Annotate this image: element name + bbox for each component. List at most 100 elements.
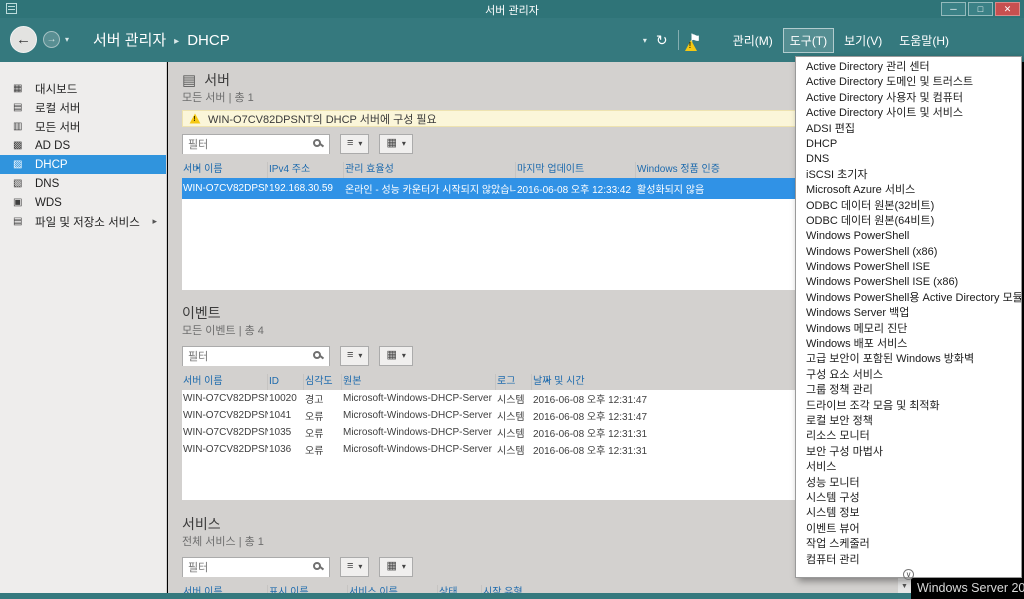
column-header[interactable]: IPv4 주소 [268,162,344,178]
table-row[interactable]: WIN-O7CV82DPSNT1041오류Microsoft-Windows-D… [182,407,885,424]
tools-menu-item[interactable]: 보안 구성 마법사 [796,445,1021,460]
tools-menu-item[interactable]: Windows Server 백업 [796,306,1021,321]
maximize-button[interactable]: □ [968,2,993,16]
column-header[interactable]: ID [268,374,304,390]
tools-menu-item[interactable]: Windows 메모리 진단 [796,322,1021,337]
filter-input[interactable] [183,559,329,577]
table-row[interactable]: WIN-O7CV82DPSNT 192.168.30.59 온라인 - 성능 카… [182,178,885,199]
services-filter-row: ≡ ▾ ▦ ▾ [182,556,885,577]
minimize-button[interactable]: ─ [941,2,966,16]
column-header[interactable]: 원본 [342,374,496,390]
table-row[interactable]: WIN-O7CV82DPSNT1036오류Microsoft-Windows-D… [182,441,885,458]
tools-menu-item[interactable]: 이벤트 뷰어 [796,522,1021,537]
table-row[interactable]: WIN-O7CV82DPSNT1035오류Microsoft-Windows-D… [182,424,885,441]
back-button[interactable]: ← [10,26,37,53]
tools-menu-item[interactable]: Windows PowerShell (x86) [796,245,1021,260]
filter-input[interactable] [183,136,329,154]
warning-text: WIN-O7CV82DPSNT의 DHCP 서버에 구성 필요 [208,111,437,127]
column-header[interactable]: 서버 이름 [182,585,268,593]
tools-menu-item[interactable]: 작업 스케줄러 [796,537,1021,552]
menu-tools[interactable]: 도구(T) [783,28,834,53]
tools-menu-item[interactable]: ADSI 편집 [796,122,1021,137]
column-header[interactable]: 마지막 업데이트 [516,162,636,178]
column-header[interactable]: 서버 이름 [182,374,268,390]
tools-menu-item[interactable]: 시스템 구성 [796,491,1021,506]
columns-button[interactable]: ▦ ▾ [379,346,412,366]
tools-menu-item[interactable]: Active Directory 사이트 및 서비스 [796,106,1021,121]
tools-menu-item[interactable]: Active Directory 도메인 및 트러스트 [796,75,1021,90]
notifications-flag-button[interactable]: ⚑ [689,31,709,49]
tools-menu-item[interactable]: iSCSI 초기자 [796,168,1021,183]
breadcrumb-root[interactable]: 서버 관리자 [93,32,166,49]
caret-down-icon[interactable]: ▾ [643,36,647,45]
scroll-down-icon[interactable]: ▼ [898,580,911,593]
tools-menu-item[interactable]: 고급 보안이 포함된 Windows 방화벽 [796,352,1021,367]
tools-menu-item[interactable]: Active Directory 관리 센터 [796,60,1021,75]
servers-section-icon: ▤ [182,71,196,89]
column-header[interactable]: 관리 효율성 [344,162,516,178]
sidebar-item-local-server[interactable]: ▤ 로컬 서버 [0,98,166,117]
tools-menu-item[interactable]: Windows PowerShell ISE (x86) [796,275,1021,290]
tools-menu-item[interactable]: Active Directory 사용자 및 컴퓨터 [796,91,1021,106]
close-button[interactable]: ✕ [995,2,1020,16]
events-filter-row: ≡ ▾ ▦ ▾ [182,345,885,366]
tools-menu-item[interactable]: 성능 모니터 [796,476,1021,491]
table-row[interactable]: WIN-O7CV82DPSNT10020경고Microsoft-Windows-… [182,390,885,407]
menu-scroll-down[interactable]: ∨ [796,564,1021,577]
desktop: 서버 관리자 ─ □ ✕ ← → ▾ 서버 관리자▸DHCP ▾ ↻ ⚑ 관리(… [0,0,1024,599]
chevron-right-icon: ▸ [152,216,157,227]
filter-input[interactable] [183,348,329,366]
forward-button[interactable]: → [43,31,60,48]
events-section: 이벤트 모든 이벤트 | 총 4 ≡ ▾ ▦ ▾ 서버 이름 ID [182,303,885,500]
tools-menu-item[interactable]: Microsoft Azure 서비스 [796,183,1021,198]
tools-menu-item[interactable]: 구성 요소 서비스 [796,368,1021,383]
tools-menu-item[interactable]: DHCP [796,137,1021,152]
sidebar-item-all-servers[interactable]: ▥ 모든 서버 [0,117,166,136]
column-header[interactable]: 서버 이름▴ [182,162,268,178]
sidebar-item-dhcp[interactable]: ▨ DHCP [0,155,166,174]
sidebar-item-wds[interactable]: ▣ WDS [0,193,166,212]
menu-manage[interactable]: 관리(M) [726,28,780,53]
column-header[interactable]: 심각도 [304,374,342,390]
refresh-icon[interactable]: ↻ [656,32,668,49]
dhcp-config-warning-bar[interactable]: WIN-O7CV82DPSNT의 DHCP 서버에 구성 필요 [182,110,885,127]
tools-menu-item[interactable]: 서비스 [796,460,1021,475]
sidebar-item-dashboard[interactable]: ▦ 대시보드 [0,79,166,98]
menu-help[interactable]: 도움말(H) [892,28,956,53]
filter-list-button[interactable]: ≡ ▾ [340,346,369,366]
cell-manageability: 온라인 - 성능 카운터가 시작되지 않았습니다. [344,181,516,196]
sidebar-item-label: WDS [35,197,62,209]
column-header[interactable]: 상태 [438,585,482,593]
breadcrumb-current: DHCP [187,32,230,49]
tools-menu-item[interactable]: DNS [796,152,1021,167]
columns-button[interactable]: ▦ ▾ [379,557,412,577]
tools-menu-item[interactable]: 그룹 정책 관리 [796,383,1021,398]
sidebar-item-dns[interactable]: ▧ DNS [0,174,166,193]
filter-list-button[interactable]: ≡ ▾ [340,134,369,154]
tools-menu-item[interactable]: 로컬 보안 정책 [796,414,1021,429]
tools-menu-item[interactable]: 리소스 모니터 [796,429,1021,444]
sidebar-item-file-storage-services[interactable]: ▤ 파일 및 저장소 서비스 ▸ [0,212,166,231]
column-header[interactable]: 로그 [496,374,532,390]
sidebar-item-ad-ds[interactable]: ▩ AD DS [0,136,166,155]
tools-menu-item[interactable]: 시스템 정보 [796,506,1021,521]
history-caret-icon[interactable]: ▾ [65,35,69,44]
dashboard-icon: ▦ [13,83,27,94]
filter-list-button[interactable]: ≡ ▾ [340,557,369,577]
servers-section-subtitle: 모든 서버 | 총 1 [182,90,885,106]
column-header[interactable]: 서비스 이름 [348,585,438,593]
tools-menu-item[interactable]: Windows PowerShell ISE [796,260,1021,275]
list-icon: ≡ [347,350,353,361]
column-header[interactable]: 시작 유형 [482,585,885,593]
menu-view[interactable]: 보기(V) [837,28,889,53]
services-filter-field [182,557,330,577]
services-section-title: 서비스 [182,514,221,534]
tools-menu-item[interactable]: 드라이브 조각 모음 및 최적화 [796,399,1021,414]
columns-button[interactable]: ▦ ▾ [379,134,412,154]
tools-menu-item[interactable]: Windows PowerShell용 Active Directory 모듈 [796,291,1021,306]
column-header[interactable]: 표시 이름 [268,585,348,593]
tools-menu-item[interactable]: ODBC 데이터 원본(32비트) [796,199,1021,214]
tools-menu-item[interactable]: Windows 배포 서비스 [796,337,1021,352]
tools-menu-item[interactable]: Windows PowerShell [796,229,1021,244]
tools-menu-item[interactable]: ODBC 데이터 원본(64비트) [796,214,1021,229]
